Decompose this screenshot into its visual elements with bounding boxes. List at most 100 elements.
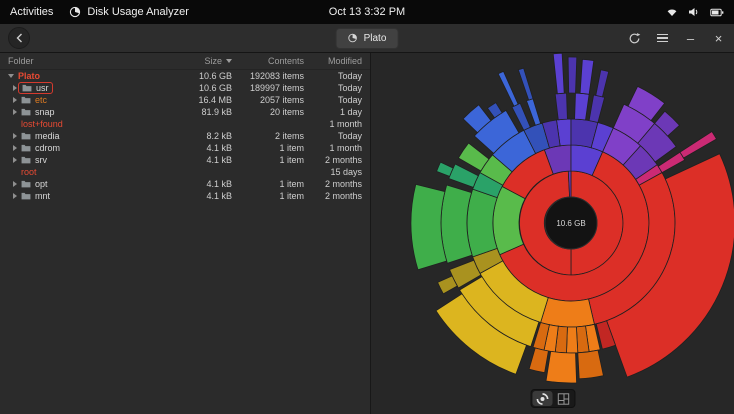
size-cell: 10.6 GB bbox=[198, 83, 232, 93]
treemap-view-icon bbox=[557, 392, 569, 405]
folder-name: opt bbox=[35, 179, 48, 189]
location-label: Plato bbox=[363, 32, 387, 44]
size-cell: 10.6 GB bbox=[198, 71, 232, 81]
expander-icon[interactable] bbox=[13, 181, 17, 187]
column-header-modified[interactable]: Modified bbox=[304, 56, 370, 66]
expander-icon[interactable] bbox=[13, 109, 17, 115]
contents-cell: 20 items bbox=[269, 107, 304, 117]
expander-icon[interactable] bbox=[13, 145, 17, 151]
system-status-area[interactable] bbox=[666, 7, 724, 17]
sunburst-segment[interactable] bbox=[574, 92, 590, 121]
folder-name: srv bbox=[35, 155, 47, 165]
expander-icon[interactable] bbox=[13, 133, 17, 139]
sunburst-chart[interactable]: 10.6 GB bbox=[371, 53, 734, 414]
sunburst-segment[interactable] bbox=[466, 188, 498, 258]
sunburst-segment[interactable] bbox=[448, 163, 479, 188]
sunburst-segment[interactable] bbox=[528, 347, 549, 374]
sunburst-segment[interactable] bbox=[517, 67, 534, 101]
rings-view-button[interactable] bbox=[532, 391, 552, 406]
sunburst-segment[interactable] bbox=[497, 70, 519, 107]
tree-row-snap[interactable]: snap 81.9 kB 20 items 1 day bbox=[0, 106, 370, 118]
sunburst-segment[interactable] bbox=[566, 326, 579, 354]
modified-cell: 15 days bbox=[330, 167, 362, 177]
tree-row-etc[interactable]: etc 16.4 MB 2057 items Today bbox=[0, 94, 370, 106]
modified-cell: 2 months bbox=[324, 191, 362, 201]
contents-cell: 1 item bbox=[279, 155, 304, 165]
system-top-bar: Activities Disk Usage Analyzer Oct 13 3:… bbox=[0, 0, 734, 24]
expander-icon[interactable] bbox=[8, 74, 14, 78]
back-button[interactable] bbox=[8, 27, 30, 49]
folder-name: snap bbox=[35, 107, 55, 117]
disk-icon bbox=[348, 33, 357, 43]
modified-cell: 1 month bbox=[329, 143, 362, 153]
clock[interactable]: Oct 13 3:32 PM bbox=[329, 6, 405, 18]
modified-cell: Today bbox=[337, 95, 362, 105]
expander-icon[interactable] bbox=[13, 157, 17, 163]
folder-name: cdrom bbox=[35, 143, 61, 153]
sunburst-segment[interactable] bbox=[540, 297, 595, 328]
treemap-view-button[interactable] bbox=[553, 391, 573, 406]
folder-icon bbox=[21, 132, 31, 140]
sunburst-segment[interactable] bbox=[577, 349, 604, 380]
primary-menu-button[interactable] bbox=[655, 31, 670, 46]
tree-row-cdrom[interactable]: cdrom 4.1 kB 1 item 1 month bbox=[0, 142, 370, 154]
folder-name: etc bbox=[35, 95, 48, 105]
app-menu[interactable]: Disk Usage Analyzer bbox=[69, 6, 189, 18]
sunburst-segment[interactable] bbox=[552, 53, 565, 95]
expander-icon[interactable] bbox=[13, 97, 17, 103]
sunburst-segment[interactable] bbox=[595, 69, 610, 98]
contents-cell: 2 items bbox=[274, 131, 304, 141]
size-cell: 8.2 kB bbox=[206, 131, 232, 141]
contents-cell: 1 item bbox=[279, 191, 304, 201]
location-button[interactable]: Plato bbox=[335, 27, 399, 49]
expander-icon[interactable] bbox=[13, 193, 17, 199]
folder-name: Plato bbox=[18, 71, 41, 81]
tree-row-plato[interactable]: Plato 10.6 GB 192083 items Today bbox=[0, 70, 370, 82]
tree-row-lost-found[interactable]: lost+found 1 month bbox=[0, 118, 370, 130]
size-cell: 81.9 kB bbox=[201, 107, 232, 117]
hamburger-icon bbox=[657, 33, 668, 43]
sunburst-segment[interactable] bbox=[567, 56, 578, 94]
tree-row-mnt[interactable]: mnt 4.1 kB 1 item 2 months bbox=[0, 190, 370, 202]
folder-icon bbox=[21, 156, 31, 164]
tree-row-opt[interactable]: opt 4.1 kB 1 item 2 months bbox=[0, 178, 370, 190]
folder-icon bbox=[21, 144, 31, 152]
back-icon bbox=[16, 33, 22, 43]
contents-cell: 189997 items bbox=[249, 83, 304, 93]
expander-icon[interactable] bbox=[13, 85, 17, 91]
folder-icon bbox=[21, 96, 31, 104]
sunburst-segment[interactable] bbox=[545, 350, 578, 384]
chart-center-label: 10.6 GB bbox=[556, 219, 585, 228]
rings-view-icon bbox=[536, 392, 548, 405]
folder-icon bbox=[21, 108, 31, 116]
activities-button[interactable]: Activities bbox=[10, 6, 53, 18]
tree-row-media[interactable]: media 8.2 kB 2 items Today bbox=[0, 130, 370, 142]
header-bar: Plato – × bbox=[0, 24, 734, 53]
size-cell: 4.1 kB bbox=[206, 143, 232, 153]
selection-outline: usr bbox=[18, 82, 53, 94]
folder-icon bbox=[21, 180, 31, 188]
column-header-size[interactable]: Size bbox=[170, 56, 232, 66]
tree-row-srv[interactable]: srv 4.1 kB 1 item 2 months bbox=[0, 154, 370, 166]
rings-chart-pane: 10.6 GB bbox=[371, 53, 734, 414]
sunburst-segment[interactable] bbox=[410, 183, 448, 271]
column-header-folder[interactable]: Folder bbox=[0, 56, 170, 66]
size-cell: 4.1 kB bbox=[206, 179, 232, 189]
column-header-contents[interactable]: Contents bbox=[232, 56, 304, 66]
sunburst-segment[interactable] bbox=[525, 98, 542, 126]
tree-row-usr[interactable]: usr 10.6 GB 189997 items Today bbox=[0, 82, 370, 94]
close-button[interactable]: × bbox=[711, 31, 726, 46]
rescan-button[interactable] bbox=[627, 31, 642, 46]
sunburst-segment[interactable] bbox=[579, 58, 595, 95]
size-cell: 4.1 kB bbox=[206, 155, 232, 165]
tree-row-root[interactable]: root 15 days bbox=[0, 166, 370, 178]
modified-cell: 1 month bbox=[329, 119, 362, 129]
sunburst-segment[interactable] bbox=[436, 161, 454, 177]
modified-cell: 2 months bbox=[324, 179, 362, 189]
battery-icon bbox=[710, 8, 724, 16]
sunburst-segment[interactable] bbox=[679, 130, 718, 159]
sunburst-segment[interactable] bbox=[588, 94, 606, 123]
sunburst-segment[interactable] bbox=[554, 92, 568, 121]
column-headers: Folder Size Contents Modified bbox=[0, 53, 370, 70]
minimize-button[interactable]: – bbox=[683, 31, 698, 46]
